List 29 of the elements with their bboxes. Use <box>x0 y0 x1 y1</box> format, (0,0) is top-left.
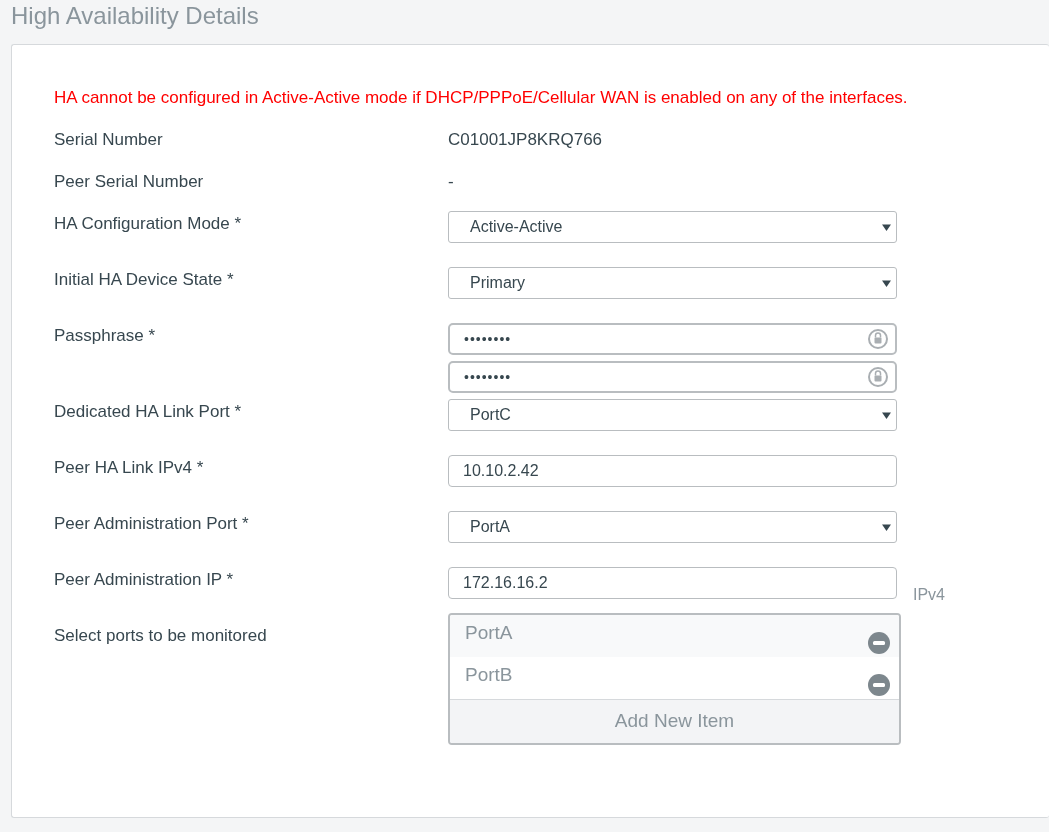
list-item-text: PortB <box>465 663 513 687</box>
field-label: Peer HA Link IPv4 * <box>54 457 205 479</box>
field-label: Peer Serial Number <box>54 171 205 193</box>
field-hint: IPv4 <box>913 585 945 605</box>
input-field[interactable]: 10.10.2.42 <box>448 455 897 487</box>
password-field[interactable]: •••••••• <box>448 323 897 355</box>
remove-icon[interactable] <box>867 631 891 655</box>
field-label: Peer Administration Port * <box>54 513 250 535</box>
lock-icon[interactable] <box>867 366 889 388</box>
dropdown[interactable]: Primary <box>448 267 897 299</box>
input-field[interactable]: 172.16.16.2 <box>448 567 897 599</box>
field-value: C01001JP8KRQ766 <box>448 129 603 151</box>
field-label: HA Configuration Mode * <box>54 213 243 235</box>
field-value: - <box>448 171 454 193</box>
warning-message: HA cannot be configured in Active-Active mode if DHCP/PPPoE/Cellular WAN is enabled on any of the interfaces. <box>54 87 909 109</box>
field-label: Serial Number <box>54 129 164 151</box>
list-item-text: PortA <box>465 621 513 645</box>
dropdown[interactable]: PortC <box>448 399 897 431</box>
field-label: Select ports to be monitored <box>54 625 268 647</box>
field-label: Initial HA Device State * <box>54 269 235 291</box>
password-field[interactable]: •••••••• <box>448 361 897 393</box>
remove-icon[interactable] <box>867 673 891 697</box>
field-label: Dedicated HA Link Port * <box>54 401 243 423</box>
page-title: High Availability Details <box>10 1 260 31</box>
lock-icon[interactable] <box>867 328 889 350</box>
dropdown[interactable]: Active-Active <box>448 211 897 243</box>
dropdown[interactable]: PortA <box>448 511 897 543</box>
field-label: Passphrase * <box>54 325 157 347</box>
field-label: Peer Administration IP * <box>54 569 235 591</box>
